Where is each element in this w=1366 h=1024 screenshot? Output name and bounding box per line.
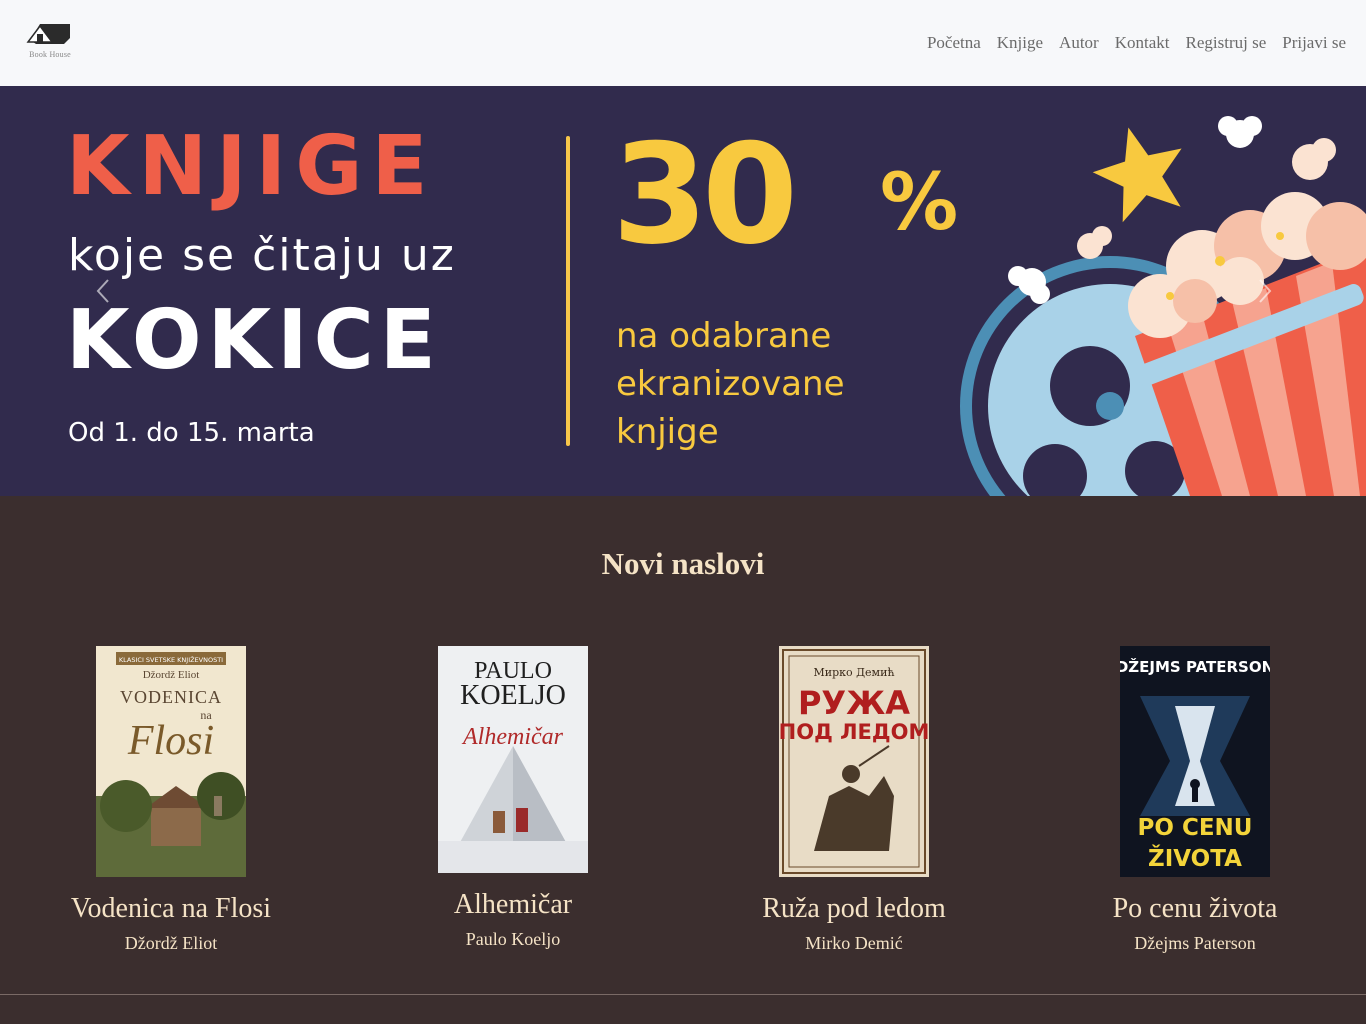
- book-cover-image[interactable]: DŽEJMS PATERSON PO CENU ŽIVOTA: [1120, 646, 1270, 877]
- navbar: Book House Početna Knjige Autor Kontakt …: [0, 0, 1366, 86]
- book-cover-image[interactable]: KLASICI SVETSKE KNJIŽEVNOSTI Džordž Elio…: [96, 646, 246, 877]
- book-author: Džordž Eliot: [124, 933, 218, 953]
- hero-headline-middle: koje se čitaju uz: [68, 230, 456, 281]
- house-roof-icon: [26, 24, 70, 44]
- svg-text:DŽEJMS PATERSON: DŽEJMS PATERSON: [1120, 657, 1270, 676]
- book-card: Мирко Демић РУЖА ПОД ЛЕДОМ Ruža pod ledo…: [683, 646, 1025, 954]
- cover-series-text: KLASICI SVETSKE KNJIŽEVNOSTI: [119, 655, 223, 664]
- svg-text:РУЖА: РУЖА: [798, 684, 910, 722]
- svg-text:Alhemičar: Alhemičar: [461, 724, 564, 750]
- book-author: Džejms Paterson: [1134, 933, 1256, 953]
- svg-text:Мирко Демић: Мирко Демић: [813, 666, 894, 679]
- hero-subtitle: na odabrane ekranizovane knjige: [616, 312, 845, 456]
- book-cover-image[interactable]: PAULO KOELJO Alhemičar: [438, 646, 588, 873]
- svg-text:ŽIVOTA: ŽIVOTA: [1148, 844, 1242, 872]
- nav-link-kontakt[interactable]: Kontakt: [1115, 33, 1170, 53]
- book-title-link[interactable]: Vodenica na Flosi: [0, 893, 342, 925]
- nav-link-registruj-se[interactable]: Registruj se: [1186, 33, 1267, 53]
- book-card: PAULO KOELJO Alhemičar Alhemičar Paulo K…: [342, 646, 684, 950]
- book-cover-image[interactable]: Мирко Демић РУЖА ПОД ЛЕДОМ: [779, 646, 929, 877]
- carousel-next-icon[interactable]: [1250, 276, 1280, 306]
- book-title-link[interactable]: Ruža pod ledom: [683, 893, 1025, 925]
- book-author: Mirko Demić: [805, 933, 903, 953]
- svg-text:Flosi: Flosi: [127, 718, 214, 764]
- book-card: DŽEJMS PATERSON PO CENU ŽIVOTA Po cenu ž…: [1024, 646, 1366, 954]
- hero-discount-number: 30: [612, 114, 798, 275]
- hero-subtitle-line: knjige: [616, 412, 719, 452]
- section-divider: [0, 994, 1366, 995]
- svg-text:ПОД ЛЕДОМ: ПОД ЛЕДОМ: [779, 720, 929, 744]
- hero-subtitle-line: ekranizovane: [616, 364, 845, 404]
- nav-link-pocetna[interactable]: Početna: [927, 33, 981, 53]
- svg-text:KOELJO: KOELJO: [460, 680, 566, 711]
- svg-text:VODENICA: VODENICA: [120, 687, 222, 707]
- popcorn-film-reel-illustration: [960, 116, 1366, 496]
- hero-headline-kokice: KOKICE: [66, 293, 442, 388]
- hero-carousel: KNJIGE koje se čitaju uz KOKICE Od 1. do…: [0, 86, 1366, 496]
- svg-text:Džordž Eliot: Džordž Eliot: [143, 669, 200, 681]
- brand-name: Book House: [29, 50, 71, 59]
- hero-divider: [566, 136, 570, 446]
- nav-link-prijavi-se[interactable]: Prijavi se: [1282, 33, 1346, 53]
- book-title-link[interactable]: Po cenu života: [1024, 893, 1366, 925]
- nav-link-knjige[interactable]: Knjige: [997, 33, 1043, 53]
- main-nav: Početna Knjige Autor Kontakt Registruj s…: [927, 33, 1346, 53]
- svg-text:PO CENU: PO CENU: [1138, 815, 1253, 841]
- hero-subtitle-line: na odabrane: [616, 316, 832, 356]
- hero-headline-knjige: KNJIGE: [66, 119, 437, 214]
- brand-logo[interactable]: Book House: [18, 22, 82, 64]
- hero-dates: Od 1. do 15. marta: [68, 418, 315, 448]
- section-title-new-titles: Novi naslovi: [601, 546, 765, 581]
- book-author: Paulo Koeljo: [465, 929, 561, 949]
- book-card: KLASICI SVETSKE KNJIŽEVNOSTI Džordž Elio…: [0, 646, 342, 954]
- nav-link-autor[interactable]: Autor: [1059, 33, 1099, 53]
- book-title-link[interactable]: Alhemičar: [342, 889, 684, 921]
- carousel-prev-icon[interactable]: [88, 276, 118, 306]
